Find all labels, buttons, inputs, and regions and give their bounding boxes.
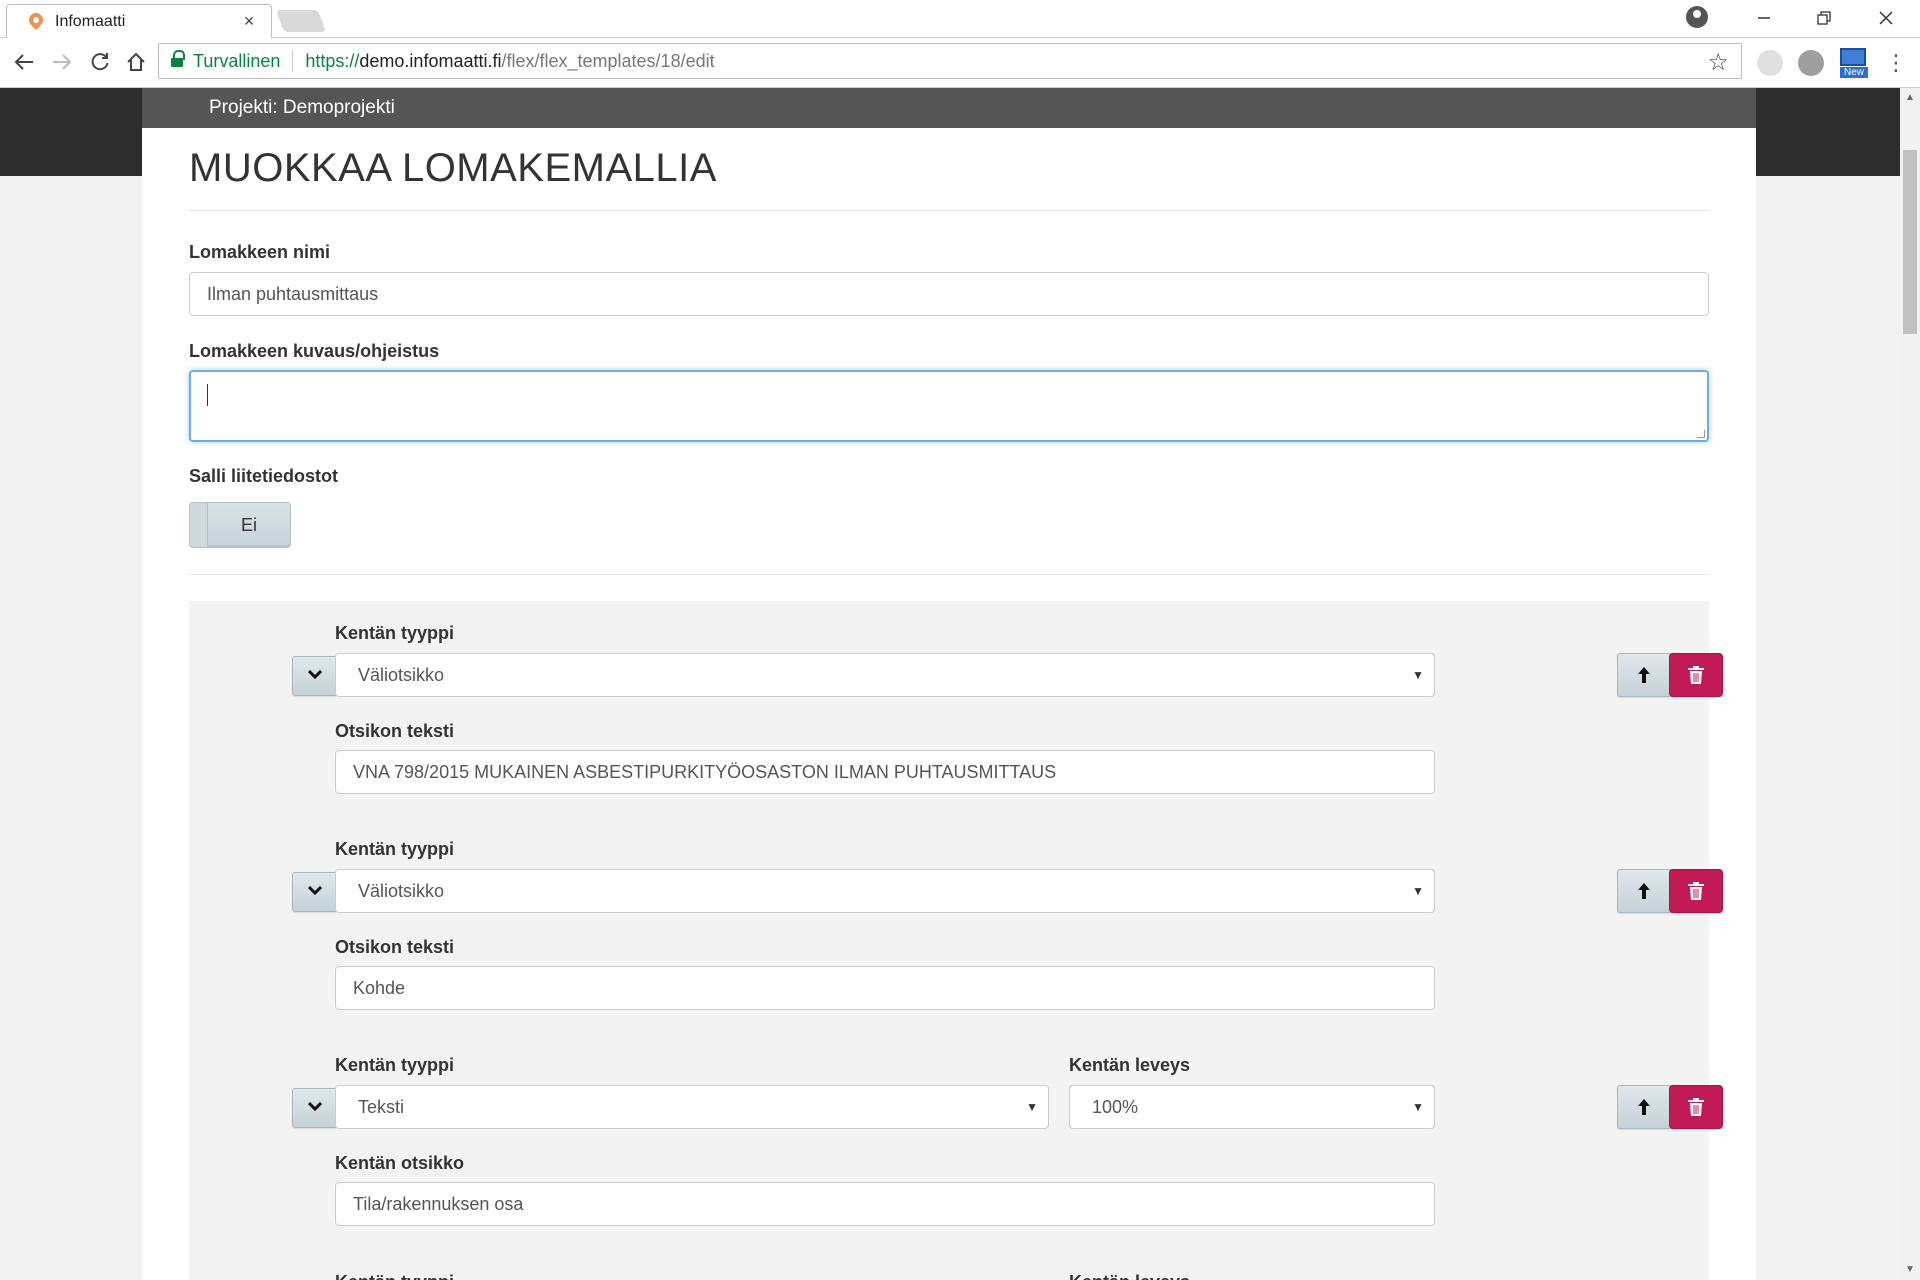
close-icon[interactable]: ×	[239, 11, 259, 32]
secure-label: Turvallinen	[193, 50, 281, 71]
new-tab-button[interactable]	[275, 10, 327, 32]
arrow-up-icon	[1637, 667, 1650, 683]
chevron-down-icon	[308, 669, 322, 679]
extension-new-label: New	[1840, 67, 1868, 78]
field-3-width-label: Kentän leveys	[1069, 1055, 1191, 1075]
bookmark-star-icon[interactable]: ☆	[1707, 48, 1729, 77]
field-3-text-input[interactable]: Tila/rakennuksen osa	[335, 1182, 1435, 1226]
field-1-text-input[interactable]: VNA 798/2015 MUKAINEN ASBESTIPURKITYÖOSA…	[335, 750, 1435, 794]
chevron-down-icon	[308, 885, 322, 895]
address-bar[interactable]: Turvallinen https:// demo.infomaatti.fi …	[158, 43, 1742, 79]
field-4-width-label: Kentän leveys	[1069, 1272, 1190, 1280]
scroll-thumb[interactable]	[1903, 150, 1917, 334]
trash-icon	[1688, 882, 1704, 900]
forward-arrow-icon[interactable]	[46, 46, 78, 78]
reload-icon[interactable]	[84, 46, 116, 78]
extension-new-icon[interactable]: New	[1840, 48, 1868, 78]
location-pin-icon	[27, 13, 45, 31]
arrow-up-icon	[1637, 883, 1650, 899]
profile-icon[interactable]	[1686, 6, 1708, 28]
extension-globe-icon[interactable]	[1757, 50, 1783, 76]
field-3-type-label: Kentän tyyppi	[335, 1055, 455, 1075]
field-3-type-value: Teksti	[358, 1097, 405, 1117]
field-2-text-input[interactable]: Kohde	[335, 966, 1435, 1010]
form-description-textarea[interactable]	[189, 370, 1709, 442]
browser-toolbar: Turvallinen https:// demo.infomaatti.fi …	[0, 38, 1920, 88]
field-1-move-up-button[interactable]	[1618, 654, 1670, 696]
dropdown-arrow-icon: ▼	[1412, 1100, 1424, 1114]
trash-icon	[1688, 1098, 1704, 1116]
field-2-collapse-button[interactable]	[292, 872, 338, 912]
tab-title: Infomaatti	[55, 12, 126, 30]
chevron-down-icon	[308, 1101, 322, 1111]
lock-icon	[171, 50, 185, 69]
url-host: demo.infomaatti.fi	[359, 50, 502, 71]
dropdown-arrow-icon: ▼	[1412, 884, 1424, 898]
main-container: Projekti: Demoprojekti MUOKKAA LOMAKEMAL…	[142, 88, 1756, 1280]
text-caret	[207, 384, 208, 406]
field-2-type-label: Kentän tyyppi	[335, 839, 455, 859]
attachments-toggle[interactable]: Ei	[189, 502, 291, 548]
field-1-text-label: Otsikon teksti	[335, 721, 455, 741]
dropdown-arrow-icon: ▼	[1026, 1100, 1038, 1114]
field-1-delete-button[interactable]	[1669, 653, 1723, 697]
form-description-label: Lomakkeen kuvaus/ohjeistus	[189, 341, 440, 361]
extension-chat-icon[interactable]	[1798, 50, 1824, 76]
scroll-up-arrow-icon[interactable]: ▲	[1900, 90, 1920, 106]
attachments-toggle-value: Ei	[240, 515, 257, 535]
url-separator	[292, 50, 294, 72]
page-scrollbar[interactable]: ▲ ▼	[1900, 88, 1920, 1280]
field-3-width-select[interactable]: 100% ▼	[1069, 1085, 1435, 1129]
home-icon[interactable]	[120, 46, 152, 78]
field-3-collapse-button[interactable]	[292, 1088, 338, 1128]
restore-icon[interactable]	[1796, 0, 1852, 36]
form-name-label: Lomakkeen nimi	[189, 242, 331, 262]
minimize-icon[interactable]	[1736, 0, 1792, 36]
trash-icon	[1688, 666, 1704, 684]
field-3-delete-button[interactable]	[1669, 1085, 1723, 1129]
scroll-down-arrow-icon[interactable]: ▼	[1900, 1262, 1920, 1278]
window-close-icon[interactable]	[1858, 0, 1914, 36]
field-3-type-select[interactable]: Teksti ▼	[335, 1085, 1049, 1129]
arrow-up-icon	[1637, 1099, 1650, 1115]
field-1-type-value: Väliotsikko	[358, 665, 445, 685]
field-2-text-label: Otsikon teksti	[335, 937, 455, 957]
browser-tab[interactable]: Infomaatti ×	[6, 4, 272, 38]
title-divider	[189, 210, 1709, 211]
field-3-width-value: 100%	[1092, 1097, 1139, 1117]
field-2-move-up-button[interactable]	[1618, 870, 1670, 912]
back-arrow-icon[interactable]	[8, 46, 40, 78]
project-bar: Projekti: Demoprojekti	[142, 88, 1756, 128]
form-name-input[interactable]: Ilman puhtausmittaus	[189, 272, 1709, 316]
field-2-type-select[interactable]: Väliotsikko ▼	[335, 869, 1435, 913]
attachments-label: Salli liitetiedostot	[189, 466, 339, 486]
browser-menu-icon[interactable]: ⋮	[1884, 48, 1908, 78]
fields-panel: Kentän tyyppi Väliotsikko ▼ Otsikon teks…	[189, 601, 1723, 1280]
section-divider	[189, 574, 1709, 575]
url-scheme: https://	[305, 50, 360, 71]
field-2-type-value: Väliotsikko	[358, 881, 445, 901]
field-1-type-label: Kentän tyyppi	[335, 623, 455, 643]
url-path: /flex/flex_templates/18/edit	[501, 50, 715, 71]
extension-screen-icon	[1840, 48, 1866, 66]
field-4-type-label: Kentän tyyppi	[335, 1272, 454, 1280]
field-3-move-up-button[interactable]	[1618, 1086, 1670, 1128]
field-3-text-label: Kentän otsikko	[335, 1153, 465, 1173]
dropdown-arrow-icon: ▼	[1412, 668, 1424, 682]
toggle-knob	[190, 503, 208, 547]
page-title: MUOKKAA LOMAKEMALLIA	[189, 146, 717, 190]
field-2-delete-button[interactable]	[1669, 869, 1723, 913]
resize-grip-icon[interactable]	[1697, 430, 1705, 438]
field-1-type-select[interactable]: Väliotsikko ▼	[335, 653, 1435, 697]
field-1-collapse-button[interactable]	[292, 656, 338, 696]
browser-tabstrip: Infomaatti ×	[0, 0, 1920, 38]
